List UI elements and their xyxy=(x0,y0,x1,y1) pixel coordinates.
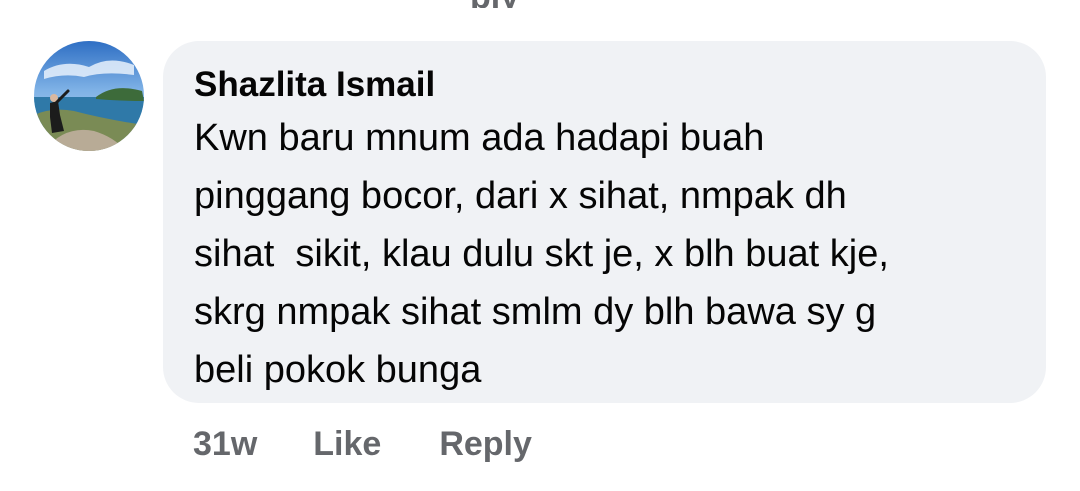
previous-reply-link-fragment[interactable]: ply xyxy=(470,0,519,8)
reply-button[interactable]: Reply xyxy=(439,425,532,464)
comment-timestamp[interactable]: 31w xyxy=(193,425,257,464)
comment-bubble: Shazlita Ismail Kwn baru mnum ada hadapi… xyxy=(163,41,1046,403)
comment-author-name[interactable]: Shazlita Ismail xyxy=(194,65,1016,105)
like-button[interactable]: Like xyxy=(313,425,381,464)
comment-text: Kwn baru mnum ada hadapi buah pinggang b… xyxy=(194,117,889,391)
avatar-photo xyxy=(34,41,144,151)
avatar[interactable] xyxy=(34,41,144,151)
comment-actions: 31w Like Reply xyxy=(193,425,532,464)
